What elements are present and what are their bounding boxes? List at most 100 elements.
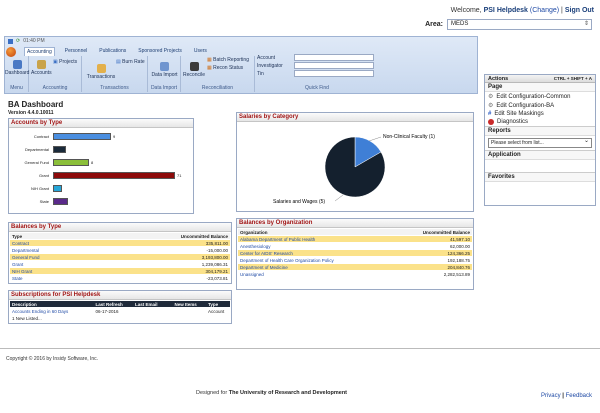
dashboard-button[interactable]: Dashboard [5, 60, 29, 76]
action-edit-site-maskings[interactable]: # Edit Site Maskings [485, 110, 595, 118]
recon-status-button[interactable]: ▦ Recon Status [207, 65, 255, 71]
bar[interactable] [53, 172, 175, 179]
tab-sponsored-projects[interactable]: Sponsored Projects [136, 47, 184, 56]
tin-input[interactable] [294, 70, 374, 77]
bar[interactable] [53, 133, 111, 140]
bar-label: Contract [33, 134, 49, 139]
bar-label: Departmental [24, 147, 49, 152]
action-edit-config-common[interactable]: ⚙ Edit Configuration-Common [485, 92, 595, 101]
accounts-button[interactable]: Accounts [31, 60, 52, 76]
data-import-button[interactable]: Data Import [148, 62, 181, 78]
burn-rate-button[interactable]: ▤ Burn Rate [116, 59, 146, 65]
area-dropdown[interactable]: MEDS [447, 19, 592, 30]
copyright-text: Copyright © 2016 by Insidy Software, Inc… [6, 356, 99, 362]
table-row[interactable]: Department of Health Care Organization P… [238, 257, 472, 263]
subscriptions-title: Subscriptions for PSI Helpdesk [9, 291, 231, 300]
batch-reporting-button[interactable]: ▦ Batch Reporting [207, 57, 255, 63]
tab-personnel[interactable]: Personnel [63, 47, 90, 56]
row-label-link[interactable]: Grant [12, 262, 23, 267]
table-row[interactable]: Grant 1,239,086.31 [10, 261, 230, 267]
group-reconciliation: Reconcile ▦ Batch Reporting ▦ Recon Stat… [181, 56, 255, 92]
feedback-link[interactable]: Feedback [566, 393, 592, 399]
row-label-link[interactable]: Center for AIDS' Research [240, 251, 293, 256]
action-diagnostics[interactable]: Diagnostics [485, 118, 595, 126]
balances-by-org-header: Organization Uncommitted Balance [238, 229, 472, 235]
table-row[interactable]: Department of Medicine 204,840.76 [238, 264, 472, 270]
row-label-link[interactable]: Departmental [12, 248, 39, 253]
subscription-row[interactable]: Accounts Ending in 60 Days 06-17-2016 Ac… [10, 308, 230, 314]
row-label-link[interactable]: Alabama Department of Public Health [240, 237, 315, 242]
group-accounting: Accounts ▣ Projects Accounting [29, 56, 82, 92]
tin-field: Tin [257, 70, 374, 77]
user-name: PSI Helpdesk [483, 7, 528, 14]
row-label-link[interactable]: Department of Health Care Organization P… [240, 258, 334, 263]
investigator-label: Investigator [257, 62, 283, 69]
row-label-link[interactable]: Anesthesiology [240, 244, 271, 249]
area-label: Area: [425, 21, 443, 28]
account-field: Account [257, 54, 374, 61]
row-balance: 3,193,800.00 [201, 254, 228, 260]
bar[interactable] [53, 198, 68, 205]
save-icon[interactable] [8, 38, 13, 44]
table-row[interactable]: Center for AIDS' Research 124,366.25 [238, 250, 472, 256]
transactions-button[interactable]: Transactions [84, 64, 118, 80]
sign-out-link[interactable]: Sign Out [565, 7, 594, 14]
pie-leader-line [334, 194, 344, 202]
change-user-link[interactable]: (Change) [530, 7, 559, 14]
tab-users[interactable]: Users [192, 47, 209, 56]
welcome-line: Welcome, PSI Helpdesk (Change) | Sign Ou… [450, 7, 594, 14]
bar[interactable] [53, 159, 89, 166]
table-row[interactable]: Contract 335,811.00 [10, 240, 230, 246]
refresh-icon[interactable]: ⟳ [16, 38, 20, 44]
dashboard-icon [12, 60, 22, 69]
tab-publications[interactable]: Publications [97, 47, 128, 56]
bar-label: Grant [38, 173, 49, 178]
table-row[interactable]: State -23,073.81 [10, 275, 230, 281]
batch-reporting-icon: ▦ [207, 57, 212, 63]
table-row[interactable]: Departmental -15,000.00 [10, 247, 230, 253]
table-row[interactable]: Alabama Department of Public Health 41,59… [238, 236, 472, 242]
privacy-link[interactable]: Privacy [541, 393, 561, 399]
group-label-menu: Menu [10, 85, 23, 91]
row-label-link[interactable]: State [12, 276, 23, 281]
row-label-link[interactable]: Department of Medicine [240, 265, 288, 270]
subscriptions-more-link[interactable]: 1 New Listed... [10, 315, 230, 321]
accounts-by-type-chart: Contract 9 Departmental General Fund 8 Grant 7… [9, 129, 193, 213]
row-label-link[interactable]: General Fund [12, 255, 40, 260]
projects-button[interactable]: ▣ Projects [53, 59, 81, 65]
accounts-by-type-title: Accounts by Type [9, 119, 193, 128]
group-label-accounting: Accounting [42, 85, 68, 91]
projects-icon: ▣ [53, 59, 58, 65]
area-selector: Area: MEDS [425, 19, 592, 30]
gear-icon: ⚙ [488, 94, 494, 100]
page-title: BA Dashboard [8, 100, 64, 109]
row-balance: 2,282,513.89 [443, 271, 470, 277]
salaries-by-category-title: Salaries by Category [237, 113, 473, 122]
transactions-icon [96, 64, 106, 73]
group-label-quick-find: Quick Find [305, 85, 329, 91]
row-label-link[interactable]: Unassigned [240, 272, 264, 277]
row-balance: 41,597.10 [449, 236, 470, 242]
investigator-input[interactable] [294, 62, 374, 69]
bar[interactable] [53, 185, 62, 192]
tin-label: Tin [257, 70, 264, 77]
tab-accounting[interactable]: Accounting [24, 47, 55, 56]
quick-access-toolbar: ⟳ 01:40 PM [8, 38, 45, 44]
group-label-transactions: Transactions [100, 85, 129, 91]
account-input[interactable] [294, 54, 374, 61]
reports-dropdown[interactable]: Please select from list... [488, 137, 592, 148]
table-row[interactable]: General Fund 3,193,800.00 [10, 254, 230, 260]
designed-for-text: Designed for The University of Research … [196, 390, 348, 396]
row-balance: 204,840.76 [447, 264, 470, 270]
pie-label-non-clinical: Non-Clinical Faculty (1) [383, 134, 435, 140]
bar[interactable] [53, 146, 66, 153]
actions-application-section: Application [485, 150, 595, 160]
table-row[interactable]: Unassigned 2,282,513.89 [238, 271, 472, 277]
group-quick-find: Account Investigator Tin Quick Find [255, 54, 379, 92]
row-label-link[interactable]: NIH Grant [12, 269, 32, 274]
reconcile-button[interactable]: Reconcile [182, 62, 206, 78]
table-row[interactable]: Anesthesiology 62,000.00 [238, 243, 472, 249]
row-label-link[interactable]: Contract [12, 241, 29, 246]
table-row[interactable]: NIH Grant 304,179.21 [10, 268, 230, 274]
action-edit-config-ba[interactable]: ⚙ Edit Configuration-BA [485, 101, 595, 110]
